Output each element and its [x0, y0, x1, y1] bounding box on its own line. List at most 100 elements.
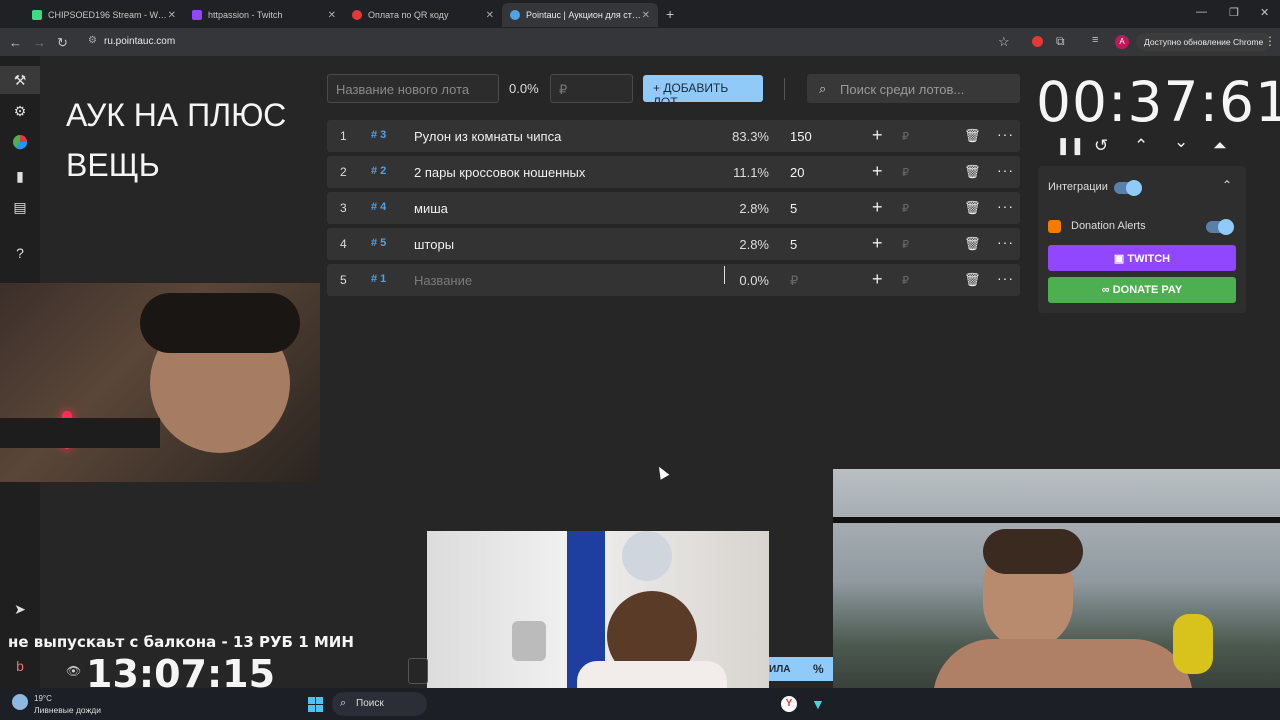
double-chevron-up-icon[interactable]: ⏶ [1213, 136, 1227, 156]
percent-icon: % [813, 662, 824, 676]
lot-name-input[interactable]: Название [414, 273, 472, 288]
rules-button-fragment[interactable]: ИЛА % [769, 657, 833, 681]
taskbar-search[interactable]: ⌕ Поиск [332, 692, 427, 716]
lot-position: 4 [340, 237, 347, 251]
profile-avatar[interactable]: A [1115, 35, 1129, 49]
delete-icon[interactable]: 🗑 [964, 128, 981, 144]
forward-icon[interactable]: → [33, 35, 46, 50]
telegram-icon[interactable]: ➤ [10, 599, 30, 619]
lot-amount[interactable]: 5 [790, 237, 797, 252]
lot-name[interactable]: шторы [414, 237, 454, 252]
collapse-chevron-icon[interactable]: ⌃ [1222, 178, 1232, 192]
toggle-knob [1126, 180, 1142, 196]
bookmark-star-icon[interactable]: ☆ [998, 34, 1010, 50]
browser-tab-3[interactable]: Оплата по QR коду ✕ [344, 3, 502, 27]
lot-percent: 83.3% [732, 129, 769, 144]
minimize-icon[interactable]: — [1196, 6, 1207, 18]
restore-icon[interactable]: ❐ [1229, 6, 1239, 19]
browser-tab-1[interactable]: CHIPSOED196 Stream - Watch ✕ [24, 3, 184, 27]
lot-name[interactable]: Рулон из комнаты чипса [414, 129, 561, 144]
more-options-icon[interactable]: ··· [997, 126, 1014, 142]
add-amount-icon[interactable]: + [872, 161, 883, 182]
new-lot-amount-input[interactable]: ₽ [550, 74, 633, 103]
yandex-browser-icon[interactable]: Y [781, 696, 797, 712]
lot-row: 5 # 1 Название 0.0% ₽ + ₽ 🗑 ··· [327, 264, 1020, 296]
clipboard-icon[interactable]: ▤ [10, 197, 30, 217]
vpn-shield-icon[interactable]: ▼ [811, 696, 825, 712]
delete-icon[interactable]: 🗑 [964, 236, 981, 252]
donatepay-button[interactable]: ∞ DONATE PAY [1048, 277, 1236, 303]
extra-amount-input[interactable]: ₽ [902, 166, 909, 179]
delete-icon[interactable]: 🗑 [964, 200, 981, 216]
address-bar[interactable]: ⚙ ru.pointauc.com [80, 31, 1020, 53]
lot-id[interactable]: # 1 [371, 273, 386, 285]
boosty-icon[interactable]: b [10, 656, 30, 676]
add-amount-icon[interactable]: + [872, 269, 883, 290]
donatepay-icon: ∞ [1101, 284, 1113, 296]
more-options-icon[interactable]: ··· [997, 198, 1014, 214]
balcony-rail [833, 517, 1280, 523]
chrome-update-button[interactable]: Доступно обновление Chrome [1136, 33, 1272, 51]
wheel-pie-icon[interactable] [10, 134, 30, 154]
close-icon[interactable]: ✕ [168, 10, 176, 21]
lot-amount[interactable]: 150 [790, 129, 812, 144]
close-icon[interactable]: ✕ [328, 10, 336, 21]
back-icon[interactable]: ← [9, 35, 22, 50]
statistics-chart-icon[interactable]: ▮ [10, 166, 30, 186]
site-info-icon[interactable]: ⚙ [88, 35, 97, 46]
close-icon[interactable]: ✕ [486, 10, 494, 21]
extensions-puzzle-icon[interactable]: ⧉ [1056, 34, 1065, 49]
extra-amount-input[interactable]: ₽ [902, 202, 909, 215]
donation-alerts-toggle[interactable] [1206, 219, 1234, 235]
add-amount-icon[interactable]: + [872, 125, 883, 146]
close-window-icon[interactable]: ✕ [1260, 6, 1269, 19]
browser-menu-icon[interactable]: ⋮ [1264, 34, 1276, 48]
lot-id[interactable]: # 5 [371, 237, 386, 249]
lot-search-input[interactable]: ⌕ Поиск среди лотов... [807, 74, 1020, 103]
extension-icon[interactable] [1032, 36, 1043, 47]
reset-icon[interactable]: ↺ [1094, 136, 1108, 156]
delete-icon[interactable]: 🗑 [964, 272, 981, 288]
browser-tab-2[interactable]: httpassion - Twitch ✕ [184, 3, 344, 27]
windows-start-icon[interactable] [308, 697, 323, 712]
reload-icon[interactable]: ↻ [57, 35, 68, 51]
browser-toolbar: ← → ↻ ⚙ ru.pointauc.com ☆ ⧉ ≡ A Доступно… [0, 28, 1280, 56]
media-queue-icon[interactable]: ≡ [1092, 34, 1098, 46]
twitch-button[interactable]: ▣ TWITCH [1048, 245, 1236, 271]
add-amount-icon[interactable]: + [872, 233, 883, 254]
pause-icon[interactable]: ❚❚ [1056, 136, 1085, 156]
lot-row: 4 # 5 шторы 2.8% 5 + ₽ 🗑 ··· [327, 228, 1020, 260]
add-amount-icon[interactable]: + [872, 197, 883, 218]
tab-label: Pointauc | Аукцион для стрим [526, 10, 642, 20]
lot-amount-input[interactable]: ₽ [790, 273, 798, 289]
chevron-down-icon[interactable]: ⌄ [1174, 132, 1188, 152]
new-lot-name-input[interactable]: Название нового лота [327, 74, 499, 103]
more-options-icon[interactable]: ··· [997, 234, 1014, 250]
lot-id[interactable]: # 4 [371, 201, 386, 213]
close-icon[interactable]: ✕ [642, 10, 650, 21]
qr-payment-icon [352, 10, 362, 20]
lot-id[interactable]: # 2 [371, 165, 386, 177]
extra-amount-input[interactable]: ₽ [902, 238, 909, 251]
lot-name[interactable]: 2 пары кроссовок ношенных [414, 165, 585, 180]
add-lot-button[interactable]: + ДОБАВИТЬ ЛОТ [643, 75, 763, 109]
lot-name[interactable]: миша [414, 201, 448, 216]
new-tab-icon[interactable]: + [666, 6, 674, 22]
tab-label: CHIPSOED196 Stream - Watch [48, 10, 168, 20]
delete-icon[interactable]: 🗑 [964, 164, 981, 180]
integrations-toggle[interactable] [1114, 180, 1142, 196]
settings-gear-icon[interactable]: ⚙ [10, 101, 30, 121]
help-icon[interactable]: ? [10, 243, 30, 263]
lot-row: 1 # 3 Рулон из комнаты чипса 83.3% 150 +… [327, 120, 1020, 152]
extra-amount-input[interactable]: ₽ [902, 274, 909, 287]
auction-gavel-icon[interactable]: ⚒ [10, 70, 30, 90]
lot-amount[interactable]: 5 [790, 201, 797, 216]
extra-amount-input[interactable]: ₽ [902, 130, 909, 143]
chevron-up-icon[interactable]: ⌃ [1134, 136, 1148, 156]
browser-tab-4[interactable]: Pointauc | Аукцион для стрим ✕ [502, 3, 658, 27]
more-options-icon[interactable]: ··· [997, 270, 1014, 286]
lot-row: 3 # 4 миша 2.8% 5 + ₽ 🗑 ··· [327, 192, 1020, 224]
more-options-icon[interactable]: ··· [997, 162, 1014, 178]
lot-id[interactable]: # 3 [371, 129, 386, 141]
lot-amount[interactable]: 20 [790, 165, 804, 180]
